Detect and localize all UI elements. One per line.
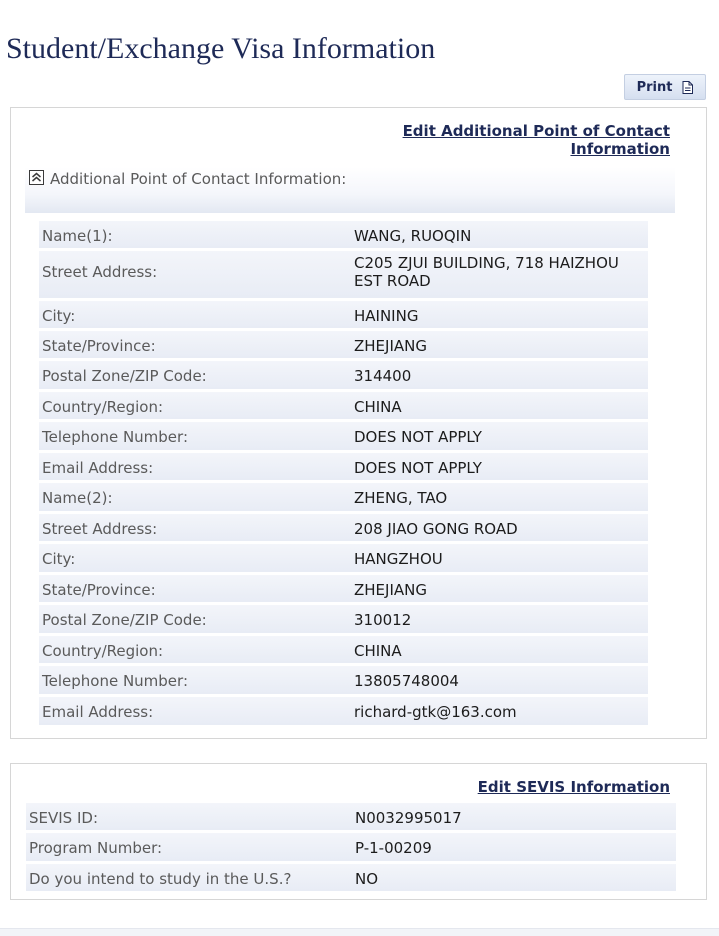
row-label: Postal Zone/ZIP Code: <box>42 367 207 385</box>
detail-row: Street Address: 208 JIAO GONG ROAD <box>39 514 648 544</box>
row-value: N0032995017 <box>355 809 462 827</box>
row-label: Postal Zone/ZIP Code: <box>42 611 207 629</box>
row-value: HAINING <box>354 307 419 325</box>
detail-row: Postal Zone/ZIP Code: 310012 <box>39 605 648 636</box>
detail-row: State/Province: ZHEJIANG <box>39 575 648 605</box>
contact-panel: Edit Additional Point of Contact Informa… <box>10 107 707 739</box>
contact-section-label: Additional Point of Contact Information: <box>50 170 347 188</box>
row-value: 13805748004 <box>354 672 459 690</box>
print-button-label: Print <box>636 79 673 95</box>
row-value: 208 JIAO GONG ROAD <box>354 520 518 538</box>
row-label: Telephone Number: <box>42 672 188 690</box>
print-button[interactable]: Print <box>624 74 706 100</box>
row-label: State/Province: <box>42 337 156 355</box>
page-title: Student/Exchange Visa Information <box>6 32 436 66</box>
detail-row: Telephone Number: DOES NOT APPLY <box>39 422 648 453</box>
row-value: ZHEJIANG <box>354 337 427 355</box>
detail-row: State/Province: ZHEJIANG <box>39 331 648 361</box>
document-icon <box>682 80 694 94</box>
detail-row: Email Address: richard-gtk@163.com <box>39 697 648 728</box>
row-label: Country/Region: <box>42 398 164 416</box>
row-value: CHINA <box>354 642 402 660</box>
row-label: Telephone Number: <box>42 428 188 446</box>
detail-row: City: HAINING <box>39 301 648 331</box>
row-label: Street Address: <box>42 263 158 281</box>
contact-rows: Name(1): WANG, RUOQIN Street Address: C205… <box>39 221 648 728</box>
row-value: ZHEJIANG <box>354 581 427 599</box>
row-value: 314400 <box>354 367 412 385</box>
row-value: WANG, RUOQIN <box>354 227 472 245</box>
detail-row: Street Address: C205 ZJUI BUILDING, 718 H… <box>39 251 648 301</box>
contact-section-header: Additional Point of Contact Information: <box>25 167 675 213</box>
row-value: C205 ZJUI BUILDING, 718 HAIZHOU EST ROAD <box>354 254 619 290</box>
row-value: DOES NOT APPLY <box>354 459 482 477</box>
row-value: richard-gtk@163.com <box>354 703 517 721</box>
detail-row: City: HANGZHOU <box>39 544 648 575</box>
row-label: Email Address: <box>42 459 154 477</box>
detail-row: Name(1): WANG, RUOQIN <box>39 221 648 251</box>
sevis-rows: SEVIS ID: N0032995017 Program Number: P-1-… <box>26 803 676 894</box>
row-value: NO <box>355 870 379 888</box>
detail-row: Do you intend to study in the U.S.? NO <box>26 864 676 894</box>
row-label: Name(2): <box>42 489 113 507</box>
row-label: SEVIS ID: <box>29 809 99 827</box>
row-label: Program Number: <box>29 839 163 857</box>
detail-row: Email Address: DOES NOT APPLY <box>39 453 648 483</box>
row-value: DOES NOT APPLY <box>354 428 482 446</box>
double-chevron-up-icon[interactable] <box>29 170 44 185</box>
row-label: Name(1): <box>42 227 113 245</box>
row-label: Email Address: <box>42 703 154 721</box>
row-value: 310012 <box>354 611 412 629</box>
detail-row: Telephone Number: 13805748004 <box>39 666 648 697</box>
detail-row: SEVIS ID: N0032995017 <box>26 803 676 833</box>
row-value: CHINA <box>354 398 402 416</box>
detail-row: Country/Region: CHINA <box>39 636 648 666</box>
detail-row: Country/Region: CHINA <box>39 392 648 422</box>
sevis-panel: Edit SEVIS Information SEVIS ID: N0032995… <box>10 763 707 900</box>
row-value: ZHENG, TAO <box>354 489 448 507</box>
row-label: City: <box>42 307 76 325</box>
detail-row: Name(2): ZHENG, TAO <box>39 483 648 514</box>
row-label: Do you intend to study in the U.S.? <box>29 870 292 888</box>
edit-contact-link[interactable]: Edit Additional Point of Contact Informa… <box>390 122 670 158</box>
row-label: State/Province: <box>42 581 156 599</box>
row-label: Country/Region: <box>42 642 164 660</box>
detail-row: Program Number: P-1-00209 <box>26 833 676 864</box>
row-label: Street Address: <box>42 520 158 538</box>
edit-sevis-link[interactable]: Edit SEVIS Information <box>478 778 670 796</box>
row-value: P-1-00209 <box>355 839 432 857</box>
detail-row: Postal Zone/ZIP Code: 314400 <box>39 361 648 392</box>
row-value: HANGZHOU <box>354 550 443 568</box>
row-label: City: <box>42 550 76 568</box>
